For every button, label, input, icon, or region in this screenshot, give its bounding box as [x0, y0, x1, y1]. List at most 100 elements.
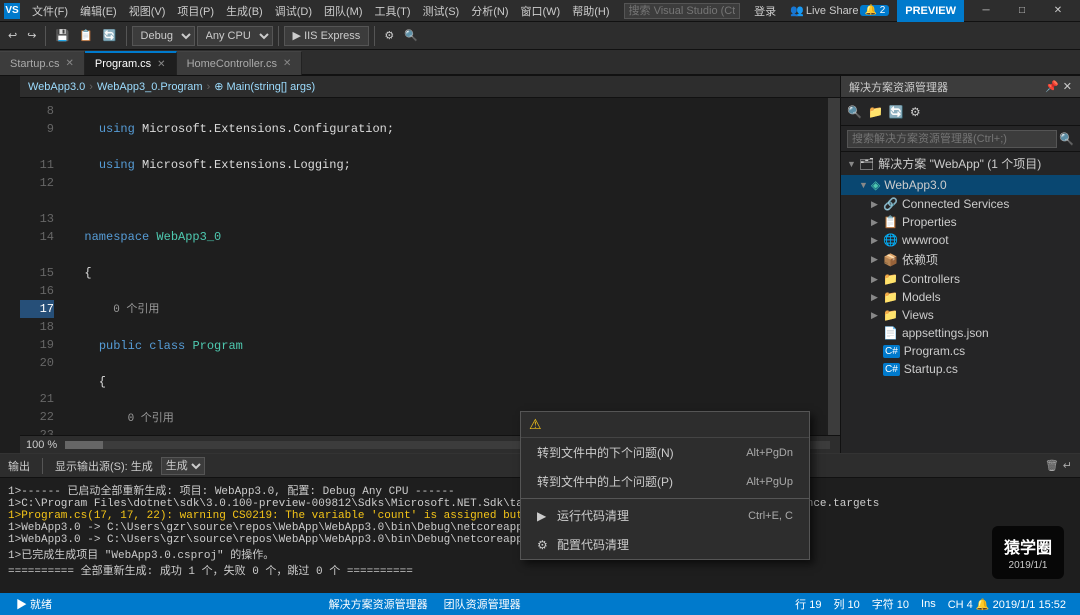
iis-express-btn[interactable]: ▶ IIS Express: [284, 26, 370, 46]
project-root[interactable]: ▼ ◈ WebApp3.0: [841, 175, 1080, 195]
cpu-dropdown[interactable]: Any CPU: [197, 26, 273, 46]
tab-team-explorer[interactable]: 团队资源管理器: [440, 596, 525, 612]
preview-button[interactable]: PREVIEW: [897, 0, 964, 22]
panel-close-icon[interactable]: ✕: [1063, 80, 1072, 93]
tab-bar: Startup.cs ✕ Program.cs ✕ HomeController…: [0, 50, 1080, 76]
breadcrumb-method[interactable]: ⊕ Main(string[] args): [214, 80, 315, 93]
window-max[interactable]: □: [1004, 0, 1040, 22]
toolbar-icon-2[interactable]: 📁: [866, 103, 885, 121]
tab-startup-close[interactable]: ✕: [66, 58, 74, 69]
tree-item-views[interactable]: ▶ 📁 Views: [841, 306, 1080, 324]
views-label: Views: [902, 308, 934, 322]
title-search-input[interactable]: [624, 3, 741, 19]
tab-program-close[interactable]: ✕: [157, 59, 165, 70]
deps-label: 依赖项: [902, 251, 938, 268]
context-menu-warning-row: ⚠: [521, 412, 809, 438]
solution-root[interactable]: ▼ 🗂 解决方案 "WebApp" (1 个项目): [841, 152, 1080, 175]
window-close[interactable]: ✕: [1040, 0, 1076, 22]
output-title[interactable]: 输出: [8, 458, 30, 474]
code-editor[interactable]: 8 9 11 12 13 14 15 16 17 18 19 20 21 22 …: [20, 98, 840, 435]
toolbar-sep-1: [45, 26, 46, 46]
menu-test[interactable]: 测试(S): [417, 1, 466, 21]
menu-team[interactable]: 团队(M): [318, 1, 369, 21]
startup-file-icon: C#: [883, 363, 900, 376]
menu-file[interactable]: 文件(F): [26, 1, 74, 21]
tree-item-properties[interactable]: ▶ 📋 Properties: [841, 213, 1080, 231]
deps-arrow: ▶: [871, 254, 883, 265]
menu-analyze[interactable]: 分析(N): [465, 1, 514, 21]
run-cleanup-icon: ▶: [537, 509, 557, 523]
title-search[interactable]: [624, 3, 741, 19]
context-menu-item-configure-cleanup[interactable]: ⚙ 配置代码清理: [521, 530, 809, 559]
deps-icon: 📦: [883, 253, 898, 267]
configure-cleanup-icon: ⚙: [537, 538, 557, 552]
code-content[interactable]: using Microsoft.Extensions.Configuration…: [62, 98, 828, 435]
toolbar-icon-4[interactable]: ⚙: [908, 103, 923, 121]
panel-pin-icon[interactable]: 📌: [1045, 80, 1059, 93]
tree-item-program[interactable]: C# Program.cs: [841, 342, 1080, 360]
menu-view[interactable]: 视图(V): [123, 1, 172, 21]
tab-home-close[interactable]: ✕: [283, 58, 291, 69]
live-share-btn[interactable]: 👥 Live Share 🔔 2: [786, 4, 893, 17]
debug-dropdown[interactable]: Debug: [132, 26, 195, 46]
toolbar-btn-3[interactable]: 🔄: [99, 27, 121, 44]
toolbar-icon-1[interactable]: 🔍: [845, 103, 864, 121]
tab-program[interactable]: Program.cs ✕: [85, 51, 177, 75]
vertical-scrollbar[interactable]: [828, 98, 840, 435]
toolbar-btn-4[interactable]: ⚙: [380, 27, 398, 44]
solution-search-input[interactable]: [847, 130, 1057, 148]
toolbar-btn-2[interactable]: 📋: [75, 27, 97, 44]
menu-window[interactable]: 窗口(W): [515, 1, 567, 21]
output-clear-btn[interactable]: 🗑: [1045, 459, 1059, 472]
tree-item-startup[interactable]: C# Startup.cs: [841, 360, 1080, 378]
login-button[interactable]: 登录: [748, 3, 782, 19]
output-wrap-btn[interactable]: ↵: [1063, 459, 1072, 472]
toolbar-icon-3[interactable]: 🔄: [887, 103, 906, 121]
status-row: 行 19: [789, 596, 827, 612]
tree-item-wwwroot[interactable]: ▶ 🌐 wwwroot: [841, 231, 1080, 249]
output-line-7: ========== 全部重新生成: 成功 1 个，失败 0 个，跳过 0 个 …: [8, 562, 1072, 578]
next-issue-shortcut: Alt+PgDn: [746, 447, 793, 459]
output-source-select[interactable]: 生成: [161, 457, 205, 475]
breadcrumb-project[interactable]: WebApp3.0: [28, 81, 85, 93]
output-source-label: 显示输出源(S): 生成: [55, 458, 153, 474]
left-margin: [0, 76, 20, 453]
toolbar-btn-redo[interactable]: ↪: [23, 27, 40, 44]
context-menu-item-run-cleanup[interactable]: ▶ 运行代码清理 Ctrl+E, C: [521, 501, 809, 530]
menu-help[interactable]: 帮助(H): [566, 1, 615, 21]
breadcrumb: WebApp3.0 › WebApp3_0.Program › ⊕ Main(s…: [20, 76, 840, 98]
solution-label: 解决方案 "WebApp" (1 个项目): [878, 155, 1041, 172]
tab-homecontroller[interactable]: HomeController.cs ✕: [177, 51, 303, 75]
toolbar-btn-undo[interactable]: ↩: [4, 27, 21, 44]
tree-item-appsettings[interactable]: 📄 appsettings.json: [841, 324, 1080, 342]
program-file-icon: C#: [883, 345, 900, 358]
code-line-10: [70, 192, 820, 210]
views-icon: 📁: [883, 308, 898, 322]
tree-item-controllers[interactable]: ▶ 📁 Controllers: [841, 270, 1080, 288]
status-ready[interactable]: ▶ 就绪: [8, 596, 60, 612]
startup-cs-label: Startup.cs: [10, 58, 60, 70]
menu-edit[interactable]: 编辑(E): [74, 1, 123, 21]
menu-build[interactable]: 生成(B): [220, 1, 269, 21]
warning-icon: ⚠: [529, 416, 542, 433]
tree-item-connected[interactable]: ▶ 🔗 Connected Services: [841, 195, 1080, 213]
window-min[interactable]: ─: [968, 0, 1004, 22]
tab-startup[interactable]: Startup.cs ✕: [0, 51, 85, 75]
toolbar-save[interactable]: 💾: [51, 27, 73, 44]
context-menu-item-next[interactable]: 转到文件中的下个问题(N) Alt+PgDn: [521, 438, 809, 467]
live-share-icon: 👥: [790, 4, 804, 17]
tree-item-models[interactable]: ▶ 📁 Models: [841, 288, 1080, 306]
menu-project[interactable]: 项目(P): [171, 1, 220, 21]
project-label: WebApp3.0: [884, 178, 947, 192]
solution-panel-search: 🔍: [841, 126, 1080, 152]
tree-item-deps[interactable]: ▶ 📦 依赖项: [841, 249, 1080, 270]
menu-tools[interactable]: 工具(T): [369, 1, 417, 21]
context-menu-item-prev[interactable]: 转到文件中的上个问题(P) Alt+PgUp: [521, 467, 809, 496]
tab-solution-explorer[interactable]: 解决方案资源管理器: [325, 596, 432, 612]
search-icon[interactable]: 🔍: [1059, 132, 1074, 146]
menu-debug[interactable]: 调试(D): [269, 1, 318, 21]
zoom-level[interactable]: 100 %: [26, 439, 57, 451]
toolbar-btn-5[interactable]: 🔍: [400, 27, 422, 44]
solution-tree: ▼ 🗂 解决方案 "WebApp" (1 个项目) ▼ ◈ WebApp3.0 …: [841, 152, 1080, 453]
breadcrumb-class[interactable]: WebApp3_0.Program: [97, 81, 203, 93]
